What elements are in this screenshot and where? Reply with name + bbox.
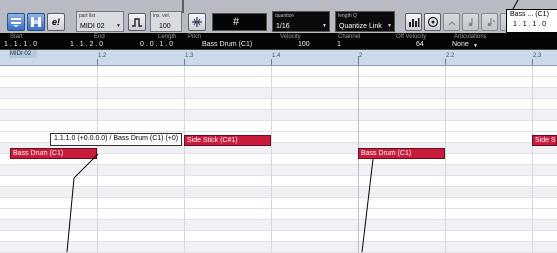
chevron-down-icon: ▼ bbox=[387, 23, 392, 29]
note-colors-button[interactable] bbox=[405, 13, 422, 31]
arrows-icon bbox=[448, 21, 455, 26]
ruler-tick bbox=[532, 59, 533, 65]
move-up-button[interactable] bbox=[443, 13, 460, 31]
grid-line bbox=[358, 66, 359, 252]
grid-row bbox=[0, 198, 557, 209]
grid-row bbox=[0, 88, 557, 99]
grid-line bbox=[532, 66, 533, 252]
length-quantize-select[interactable]: length Q Quantize Link ▼ bbox=[335, 11, 395, 32]
grid-row bbox=[0, 66, 557, 77]
note-flat-icon bbox=[487, 18, 495, 27]
grid-row bbox=[0, 242, 557, 253]
info-header-length: Length bbox=[158, 34, 177, 40]
toolbar: e! part list MIDI 02 ▼ ins. vel. 100 # q… bbox=[0, 0, 557, 34]
grid-line bbox=[271, 66, 272, 252]
grid-row bbox=[0, 231, 557, 242]
note-position-tooltip: 1.1.1.0 (+0.0.0.0) / Bass Drum (C1) (+0) bbox=[50, 133, 183, 146]
note-icon bbox=[468, 18, 473, 27]
grid-row bbox=[0, 220, 557, 231]
insert-velocity-field[interactable]: ins. vel. 100 bbox=[150, 11, 182, 32]
quantize-label: quantize bbox=[275, 13, 294, 19]
length-quantize-label: length Q bbox=[338, 13, 357, 19]
insert-velocity-label: ins. vel. bbox=[153, 13, 170, 19]
grid-row bbox=[0, 110, 557, 121]
info-value-end[interactable]: 1 . 1 . 2 . 0 bbox=[70, 41, 103, 48]
note-side-stick[interactable]: Side St bbox=[532, 135, 557, 146]
quantize-select[interactable]: quantize 1/16 ▼ bbox=[272, 11, 330, 32]
ruler-tick bbox=[271, 59, 272, 65]
info-value-channel[interactable]: 1 bbox=[337, 41, 341, 48]
info-value-start[interactable]: 1 . 1 . 1 . 0 bbox=[4, 41, 37, 48]
ruler-marker: 1.4 bbox=[272, 53, 281, 59]
crosshair-icon bbox=[192, 17, 202, 27]
show-part-borders-button[interactable] bbox=[27, 13, 45, 31]
ruler-marker: 1.2 bbox=[98, 53, 107, 59]
ruler[interactable]: MIDI 02 1.2 1.3 1.4 2 2.2 2.3 bbox=[0, 50, 557, 66]
chevron-down-icon: ▼ bbox=[322, 23, 327, 29]
ruler-marker: 2 bbox=[359, 53, 363, 59]
ruler-tick bbox=[445, 59, 446, 65]
part-borders-icon bbox=[31, 17, 41, 27]
callout-line-2: 1 . 1 . 1 . 0 bbox=[513, 21, 547, 28]
ruler-tick bbox=[184, 59, 185, 65]
ruler-tick bbox=[97, 59, 98, 65]
ruler-part-name: MIDI 02 bbox=[10, 51, 32, 57]
grid-row bbox=[0, 187, 557, 198]
step-icon bbox=[132, 18, 142, 27]
dial-icon bbox=[427, 16, 438, 28]
auto-select-button[interactable] bbox=[424, 13, 441, 31]
chevron-down-icon: ▼ bbox=[116, 23, 121, 29]
part-list-value: MIDI 02 bbox=[80, 23, 105, 30]
info-header-velocity: Velocity bbox=[280, 34, 301, 40]
info-header-pitch: Pitch bbox=[188, 34, 202, 40]
info-line: Start End Length Pitch Velocity Channel … bbox=[0, 33, 557, 50]
quantize-value: 1/16 bbox=[276, 23, 290, 30]
hash-icon: # bbox=[233, 16, 240, 28]
ruler-marker: 2.2 bbox=[446, 53, 455, 59]
show-info-button[interactable] bbox=[7, 13, 25, 31]
info-value-articulations[interactable]: None bbox=[452, 41, 469, 48]
grid-line bbox=[97, 66, 98, 252]
note-side-stick[interactable]: Side Stick (C#1) bbox=[184, 135, 271, 146]
mouse-position-button[interactable] bbox=[188, 13, 206, 31]
grid-line bbox=[445, 66, 446, 252]
bars-icon bbox=[408, 18, 419, 27]
e-label: e! bbox=[51, 17, 60, 27]
grid-row bbox=[0, 176, 557, 187]
note-transpose-button[interactable] bbox=[481, 13, 498, 31]
chevron-down-icon: ▼ bbox=[473, 43, 478, 49]
info-header-off-velocity: Off Velocity bbox=[396, 34, 427, 40]
grid-row bbox=[0, 77, 557, 88]
info-value-velocity[interactable]: 100 bbox=[298, 41, 310, 48]
grid-row bbox=[0, 99, 557, 110]
callout-note-info: Bass ... (C1) 1 . 1 . 1 . 0 bbox=[506, 9, 557, 33]
ruler-marker: 2.3 bbox=[533, 53, 542, 59]
note-bass-drum[interactable]: Bass Drum (C1) bbox=[358, 148, 445, 159]
grid-row bbox=[0, 165, 557, 176]
ruler-marker: 1.3 bbox=[185, 53, 194, 59]
time-display: # bbox=[212, 13, 267, 31]
grid-row bbox=[0, 209, 557, 220]
step-input-button[interactable] bbox=[128, 13, 146, 31]
callout-line-1: Bass ... (C1) bbox=[510, 11, 549, 18]
info-value-pitch[interactable]: Bass Drum (C1) bbox=[202, 41, 252, 48]
note-up-button[interactable] bbox=[462, 13, 479, 31]
info-header-channel: Channel bbox=[338, 34, 361, 40]
edit-active-part-button[interactable]: e! bbox=[47, 13, 65, 31]
grid-line bbox=[184, 66, 185, 252]
info-value-off-velocity[interactable]: 64 bbox=[416, 41, 424, 48]
info-header-start: Start bbox=[10, 34, 23, 40]
grid-row bbox=[0, 121, 557, 132]
info-icon bbox=[11, 18, 21, 27]
part-list-select[interactable]: part list MIDI 02 ▼ bbox=[76, 11, 124, 32]
insert-velocity-value: 100 bbox=[159, 23, 171, 30]
info-header-articulations: Articulations bbox=[454, 34, 487, 40]
part-list-label: part list bbox=[79, 13, 96, 19]
info-header-end: End bbox=[94, 34, 105, 40]
note-bass-drum[interactable]: Bass Drum (C1) bbox=[10, 148, 97, 159]
info-value-length[interactable]: 0 . 0 . 1 . 0 bbox=[140, 41, 173, 48]
length-quantize-value: Quantize Link bbox=[339, 23, 382, 30]
note-display[interactable] bbox=[0, 66, 557, 253]
